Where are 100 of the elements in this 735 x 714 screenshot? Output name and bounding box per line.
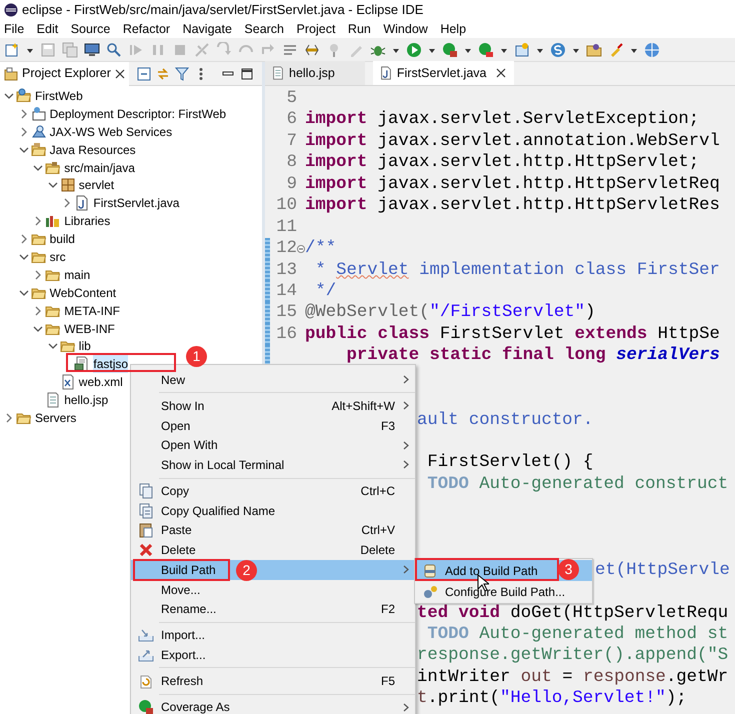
collapse-all-icon[interactable] — [136, 66, 151, 80]
menu-item[interactable]: New — [131, 370, 415, 390]
code-line: TODO Auto-generated method st — [426, 624, 728, 646]
coverage-icon — [138, 699, 154, 714]
expand-chevron-icon[interactable] — [33, 215, 44, 228]
menu-item[interactable]: Open With — [131, 435, 415, 456]
line-number: 15 — [275, 302, 297, 324]
code-line: public class FirstServlet extends HttpSe — [305, 324, 720, 346]
new-class-icon[interactable] — [550, 42, 566, 58]
code-line: ted void doGet(HttpServletRequ — [417, 602, 728, 624]
java-file-icon — [74, 195, 90, 212]
menu-item[interactable]: Export... — [131, 645, 415, 665]
expand-chevron-icon[interactable] — [18, 126, 29, 138]
delete-icon — [138, 542, 154, 558]
tree-item[interactable]: src/main/java — [64, 158, 135, 177]
window-title: eclipse - FirstWeb/src/main/java/servlet/FirstServlet.java - Eclipse IDE — [22, 1, 424, 20]
tree-item[interactable]: JAX-WS Web Services — [50, 122, 172, 141]
eclipse-logo-icon — [4, 3, 18, 17]
jsp-file-icon — [271, 66, 285, 80]
code-line: * Servlet implementation class FirstSer — [314, 260, 720, 281]
expand-chevron-icon[interactable] — [62, 197, 72, 210]
code-line: */ — [314, 280, 336, 302]
code-line: t.print("Hello,Servlet!"); — [417, 688, 687, 710]
explorer-icon — [4, 66, 18, 80]
expand-chevron-icon[interactable] — [33, 304, 44, 317]
menu-item[interactable]: Search — [244, 20, 284, 38]
collapse-fold-icon[interactable] — [297, 245, 305, 254]
copy-icon — [138, 502, 154, 519]
new-file-icon[interactable] — [4, 42, 20, 58]
tree-item[interactable]: Java Resources — [50, 140, 136, 159]
tree-item[interactable]: Servers — [35, 408, 76, 427]
view-tab[interactable]: Project Explorer — [0, 62, 129, 86]
run-icon[interactable] — [406, 42, 422, 58]
editor-tab[interactable]: hello.jsp — [265, 61, 365, 85]
tree-item[interactable]: main — [64, 266, 90, 284]
expand-chevron-icon[interactable] — [33, 268, 44, 281]
coverage-icon[interactable] — [442, 42, 458, 58]
menu-item[interactable]: Navigate — [182, 20, 232, 38]
copy-icon — [138, 483, 154, 500]
menu-item[interactable]: Project — [296, 20, 336, 38]
menu-item[interactable]: Delete Delete — [131, 540, 415, 560]
expand-chevron-icon[interactable] — [4, 412, 14, 424]
books-icon — [45, 213, 62, 230]
tree-item[interactable]: META-INF — [64, 302, 120, 320]
tree-item[interactable]: servlet — [78, 176, 114, 194]
menu-item[interactable]: Import... — [131, 625, 415, 646]
menu-item[interactable]: Show in Local Terminal — [131, 455, 415, 475]
tree-item[interactable]: build — [50, 230, 75, 248]
line-number: 16 — [275, 324, 297, 346]
tree-item[interactable]: hello.jsp — [64, 391, 108, 410]
code-line: FirstServlet() { — [426, 452, 594, 474]
tree-item[interactable]: WEB-INF — [64, 320, 115, 338]
menu-item[interactable]: Open F3 — [131, 416, 415, 436]
menu-item[interactable]: File — [4, 20, 24, 38]
code-line: import javax.servlet.http.HttpServletRes — [305, 195, 720, 217]
link-arrows-icon[interactable] — [156, 66, 170, 80]
refresh-icon — [138, 673, 154, 690]
menu-item[interactable]: Show In Alt+Shift+W — [131, 396, 415, 416]
menu-item[interactable]: Refactor — [122, 20, 170, 38]
menu-item[interactable]: Edit — [36, 20, 58, 38]
tree-item[interactable]: FirstWeb — [35, 86, 83, 105]
tree-item[interactable]: Deployment Descriptor: FirstWeb — [50, 104, 226, 123]
menu-item[interactable]: Window — [383, 20, 428, 38]
line-number: 5 — [286, 88, 297, 110]
line-number: 6 — [286, 109, 297, 131]
menu-item[interactable]: Source — [70, 20, 110, 38]
close-icon[interactable] — [496, 68, 506, 78]
tree-item[interactable]: Libraries — [64, 212, 110, 230]
menu-item[interactable]: Run — [348, 20, 371, 38]
menu-item[interactable]: Help — [440, 20, 466, 38]
expand-chevron-icon[interactable] — [18, 108, 29, 120]
code-line: /** — [305, 238, 336, 260]
code-line: intWriter out = response.getWr — [417, 666, 728, 688]
menu-item[interactable]: Refresh F5 — [131, 671, 415, 691]
magnifier-icon[interactable] — [106, 42, 122, 58]
filter-icon[interactable] — [174, 66, 189, 80]
menu-item[interactable]: Coverage As — [131, 697, 415, 714]
monitor-icon[interactable] — [84, 42, 100, 58]
line-number: 7 — [286, 130, 297, 152]
menu-item[interactable]: Copy Ctrl+C — [131, 481, 415, 501]
close-icon[interactable] — [114, 68, 125, 78]
menu-item[interactable]: Move... — [131, 580, 415, 600]
tree-item[interactable]: src — [50, 248, 66, 266]
menu-item[interactable]: Paste Ctrl+V — [131, 520, 415, 540]
editor-tab[interactable]: FirstServlet.java — [372, 61, 514, 85]
clipboard-icon — [138, 522, 154, 538]
maximize-icon[interactable] — [240, 66, 254, 80]
tree-item[interactable]: lib — [78, 337, 91, 356]
new-project-icon[interactable] — [514, 42, 530, 58]
globe-icon[interactable] — [644, 42, 660, 58]
line-number: 10 — [275, 195, 297, 217]
open-folder-icon[interactable] — [586, 42, 602, 58]
tree-item[interactable]: FirstServlet.java — [93, 194, 180, 212]
code-line: private static final long serialVers — [345, 345, 720, 367]
menu-item[interactable]: Configure Build Path... — [415, 581, 592, 602]
menu-item[interactable]: Rename... F2 — [131, 599, 415, 620]
expand-chevron-icon[interactable] — [18, 233, 29, 246]
tree-item[interactable]: WebContent — [50, 284, 116, 302]
menu-item[interactable]: Copy Qualified Name — [131, 500, 415, 521]
tree-item[interactable]: web.xml — [78, 373, 123, 392]
